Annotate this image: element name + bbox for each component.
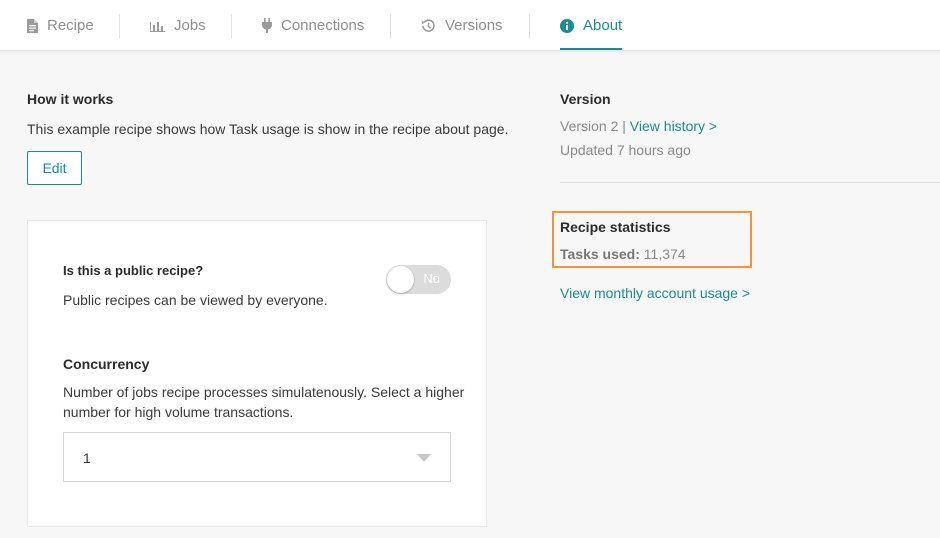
how-it-works-description: This example recipe shows how Task usage… xyxy=(27,121,509,137)
tab-versions[interactable]: Versions xyxy=(421,0,503,51)
tab-label: Recipe xyxy=(47,17,94,34)
tasks-used-label: Tasks used: xyxy=(560,246,640,262)
info-icon xyxy=(560,18,574,33)
how-it-works-title: How it works xyxy=(27,91,114,107)
section-divider xyxy=(560,182,940,183)
concurrency-title: Concurrency xyxy=(63,356,150,372)
tab-divider xyxy=(231,14,232,38)
tab-label: Connections xyxy=(281,17,365,34)
edit-button[interactable]: Edit xyxy=(27,151,82,185)
version-text: Version 2 | xyxy=(560,118,626,134)
tab-divider xyxy=(529,14,530,38)
tab-divider xyxy=(390,14,391,38)
bar-chart-icon xyxy=(150,20,165,32)
toggle-knob xyxy=(387,266,414,293)
version-title: Version xyxy=(560,91,611,107)
concurrency-description-line-2: number for high volume transactions. xyxy=(63,404,294,420)
plug-icon xyxy=(262,18,272,33)
tab-divider xyxy=(119,14,120,38)
tasks-used-value: 11,374 xyxy=(643,246,686,262)
recipe-statistics-title: Recipe statistics xyxy=(560,219,671,235)
toggle-label: No xyxy=(423,271,440,286)
tab-recipe[interactable]: Recipe xyxy=(27,0,94,51)
tasks-used-line: Tasks used: 11,374 xyxy=(560,246,686,262)
concurrency-description-line-1: Number of jobs recipe processes simulate… xyxy=(63,384,465,400)
tab-label: Jobs xyxy=(174,17,206,34)
public-recipe-description: Public recipes can be viewed by everyone… xyxy=(63,292,328,308)
history-icon xyxy=(421,18,436,33)
view-monthly-usage-link[interactable]: View monthly account usage > xyxy=(560,285,750,301)
view-history-link[interactable]: View history > xyxy=(630,118,717,134)
tab-bar: Recipe Jobs Connections Versions About xyxy=(0,0,940,51)
tab-jobs[interactable]: Jobs xyxy=(150,0,206,51)
tab-label: About xyxy=(583,17,623,34)
updated-text: Updated 7 hours ago xyxy=(560,142,691,158)
tab-connections[interactable]: Connections xyxy=(262,0,364,51)
document-icon xyxy=(27,18,38,33)
tab-about[interactable]: About xyxy=(560,0,623,51)
version-line: Version 2 | View history > xyxy=(560,118,717,134)
tab-label: Versions xyxy=(445,17,503,34)
concurrency-select[interactable]: 1 xyxy=(63,432,451,482)
caret-down-icon xyxy=(417,454,431,462)
public-recipe-title: Is this a public recipe? xyxy=(63,263,204,278)
public-recipe-toggle[interactable]: No xyxy=(386,265,451,294)
concurrency-value: 1 xyxy=(83,450,91,466)
